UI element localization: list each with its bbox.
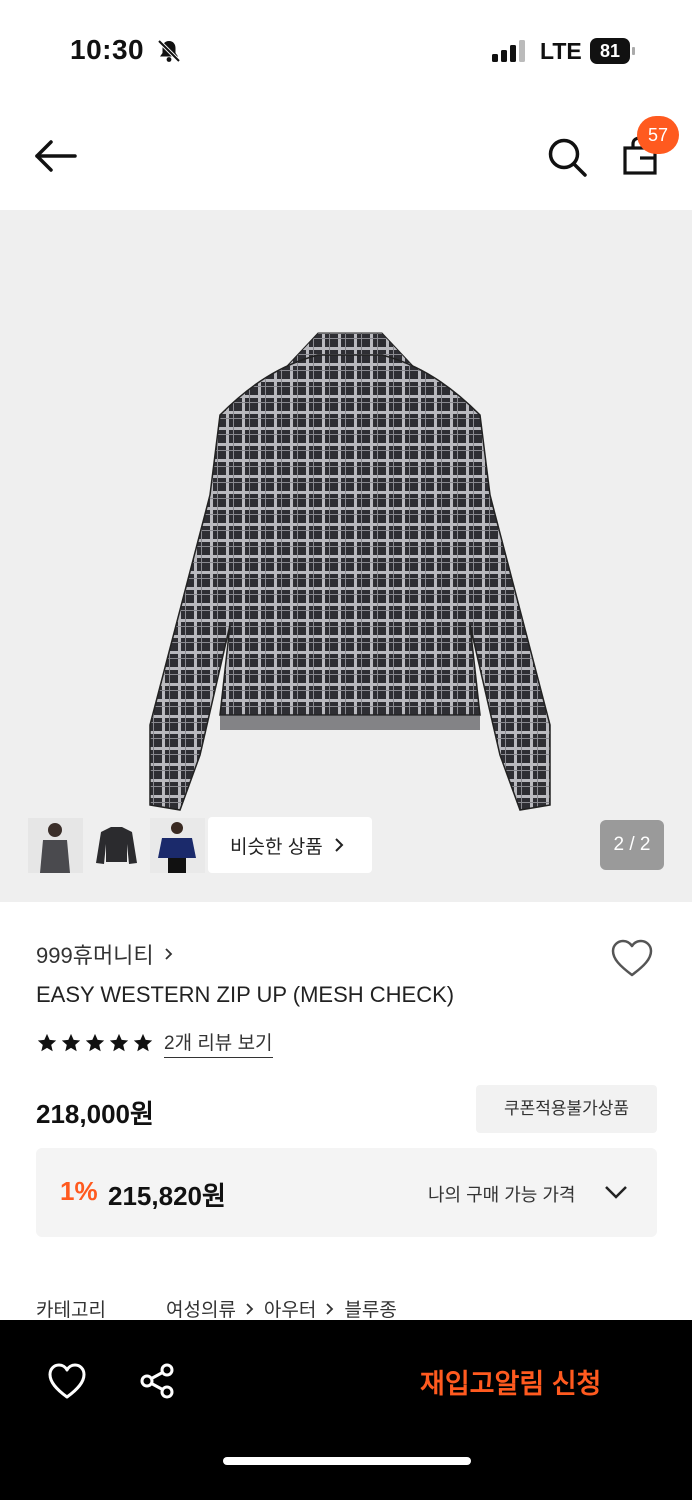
bell-slash-icon [157, 39, 181, 63]
battery-indicator: 81 [590, 38, 636, 64]
category-crumb[interactable]: 여성의류 [166, 1295, 236, 1322]
product-title: EASY WESTERN ZIP UP (MESH CHECK) [36, 982, 455, 1007]
thumbnail-2-image [89, 818, 144, 873]
thumbnail-2[interactable] [89, 818, 144, 873]
discount-rate: 1% [60, 1176, 98, 1206]
chevron-right-icon [246, 1302, 254, 1315]
thumbnail-1-image [28, 818, 83, 873]
status-bar: 10:30 LTE 81 [0, 0, 692, 100]
image-page-counter: 2 / 2 [600, 820, 664, 870]
status-time: 10:30 [70, 34, 145, 65]
chevron-down-icon [605, 1186, 627, 1199]
brand-name: 999휴머니티 [36, 943, 154, 968]
star-icon [85, 1033, 105, 1052]
battery-tip [632, 47, 635, 55]
home-indicator [223, 1457, 471, 1465]
chevron-right-icon [334, 838, 344, 852]
wishlist-heart-icon[interactable] [610, 938, 654, 978]
star-icon [109, 1033, 129, 1052]
thumbnail-3[interactable] [150, 818, 205, 873]
back-arrow-icon[interactable] [34, 138, 78, 174]
category-crumb[interactable]: 아우터 [264, 1295, 316, 1322]
my-price-dropdown[interactable]: 1% 215,820원 나의 구매 가능 가격 [36, 1148, 657, 1237]
network-label: LTE [540, 38, 582, 64]
thumbnail-1[interactable] [28, 818, 83, 873]
bottom-action-bar: 재입고알림 신청 [0, 1320, 692, 1500]
product-image-gallery[interactable]: 비슷한 상품 2 / 2 [0, 210, 692, 902]
discount-price: 215,820원 [108, 1181, 226, 1211]
cart-count-badge[interactable]: 57 [637, 116, 679, 154]
heart-icon[interactable] [47, 1362, 87, 1400]
star-icon [37, 1033, 57, 1052]
star-icon [133, 1033, 153, 1052]
signal-icon [492, 40, 525, 62]
nav-header: 57 [0, 100, 692, 210]
category-crumb[interactable]: 블루종 [344, 1295, 396, 1322]
category-breadcrumb: 카테고리 여성의류 아우터 블루종 [36, 1295, 397, 1322]
product-image [149, 332, 551, 811]
review-link[interactable]: 2개 리뷰 보기 [164, 1028, 273, 1058]
similar-products-button[interactable]: 비슷한 상품 [208, 817, 372, 873]
similar-products-label: 비슷한 상품 [230, 836, 323, 858]
chevron-right-icon [326, 1302, 334, 1315]
category-label: 카테고리 [36, 1300, 106, 1321]
thumbnail-strip [28, 818, 205, 873]
rating-row: 2개 리뷰 보기 [36, 1028, 273, 1058]
battery-level: 81 [590, 38, 630, 64]
search-icon[interactable] [546, 136, 588, 178]
my-price-label: 나의 구매 가능 가격 [428, 1185, 576, 1205]
share-icon[interactable] [138, 1362, 176, 1400]
star-icon [61, 1033, 81, 1052]
coupon-badge: 쿠폰적용불가상품 [476, 1085, 657, 1133]
product-price: 218,000원 [36, 1099, 154, 1129]
chevron-right-icon [165, 948, 172, 960]
brand-link[interactable]: 999휴머니티 [36, 938, 174, 970]
thumbnail-3-image [150, 818, 205, 873]
restock-alert-button[interactable]: 재입고알림 신청 [420, 1362, 601, 1401]
